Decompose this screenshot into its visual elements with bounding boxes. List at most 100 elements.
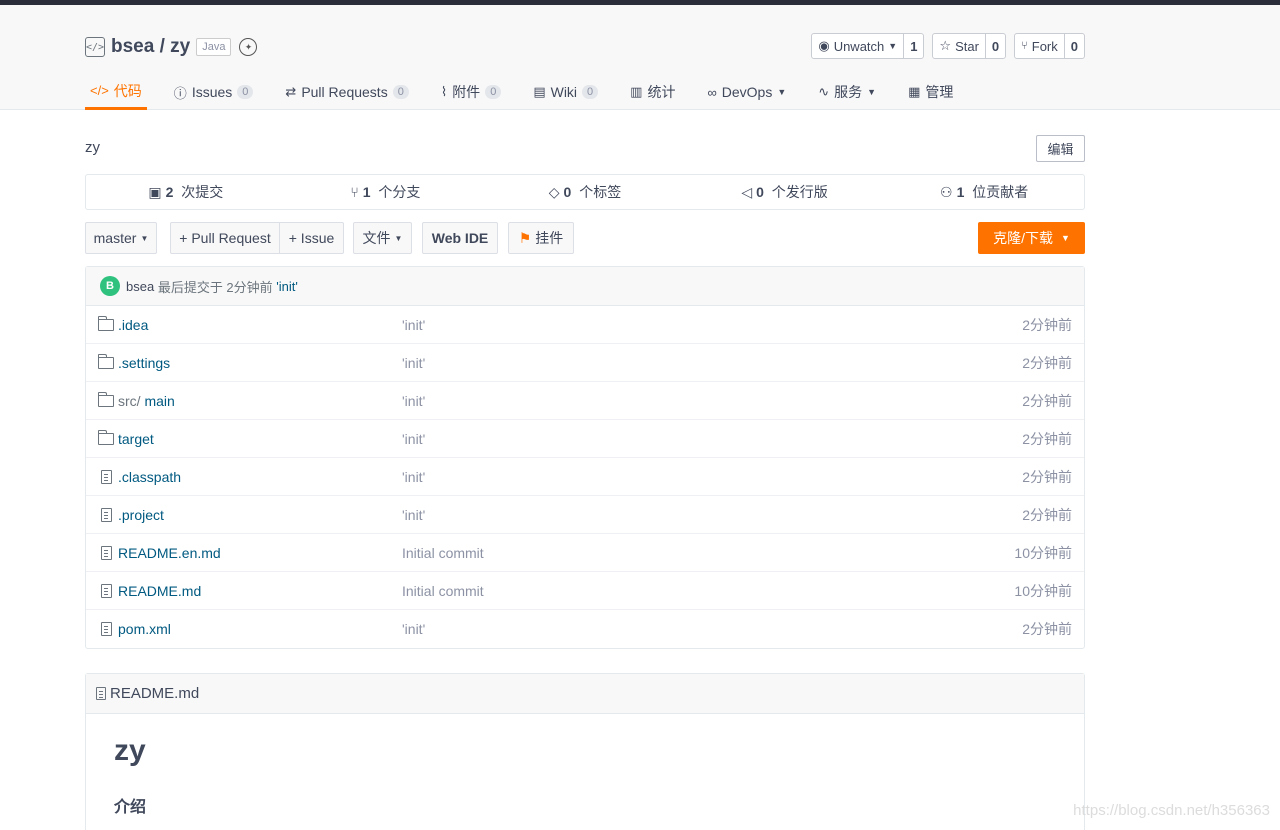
- readme-title: zy: [114, 734, 146, 767]
- file-commit-time: 10分钟前: [1014, 582, 1072, 599]
- plugin-button[interactable]: ⚑ 挂件: [508, 222, 574, 254]
- tag-icon: ◇: [548, 183, 560, 200]
- release-icon: ◁: [741, 183, 753, 200]
- file-commit-message[interactable]: 'init': [402, 355, 425, 371]
- tab-manage[interactable]: ▦ 管理: [903, 74, 958, 110]
- tab-stats[interactable]: ▥ 统计: [625, 74, 680, 110]
- file-commit-message[interactable]: 'init': [402, 507, 425, 523]
- watch-count[interactable]: 1: [904, 34, 923, 58]
- fork-button[interactable]: ⑂ Fork 0: [1014, 33, 1085, 59]
- tab-code[interactable]: </> 代码: [85, 74, 147, 110]
- tab-issues[interactable]: ⓘ Issues 0: [169, 74, 259, 110]
- file-name-link[interactable]: pom.xml: [118, 621, 171, 637]
- table-row[interactable]: pom.xml 'init' 2分钟前: [86, 610, 1084, 648]
- watch-button[interactable]: ◉ Unwatch ▼ 1: [811, 33, 925, 59]
- stat-contributors-num: 1: [956, 184, 965, 200]
- commit-info: 最后提交于 2分钟前: [154, 279, 277, 295]
- file-commit-message[interactable]: 'init': [402, 621, 425, 637]
- file-commit-time: 2分钟前: [1022, 392, 1072, 409]
- watch-label-group[interactable]: ◉ Unwatch ▼: [812, 34, 905, 58]
- commit-author[interactable]: bsea: [126, 279, 154, 294]
- file-commit-message[interactable]: 'init': [402, 469, 425, 485]
- folder-icon: [97, 315, 114, 332]
- caret-down-icon: ▼: [1060, 233, 1070, 243]
- tab-pull-requests[interactable]: ⇄ Pull Requests 0: [280, 74, 413, 110]
- tab-services[interactable]: ∿ 服务 ▼: [813, 74, 881, 110]
- fork-count[interactable]: 0: [1065, 34, 1084, 58]
- file-commit-message[interactable]: 'init': [402, 317, 425, 333]
- file-icon: [98, 469, 114, 484]
- stat-releases[interactable]: ◁ 0 个发行版: [685, 175, 885, 209]
- star-count[interactable]: 0: [986, 34, 1005, 58]
- tab-wiki[interactable]: ▤ Wiki 0: [528, 74, 603, 110]
- star-label-group[interactable]: ☆ Star: [933, 34, 986, 58]
- eye-icon: ◉: [818, 38, 830, 53]
- fork-label-group[interactable]: ⑂ Fork: [1015, 34, 1065, 58]
- file-path-prefix: src/: [118, 392, 145, 409]
- caret-down-icon: ▼: [394, 233, 403, 243]
- bookmark-icon: ⚑: [518, 229, 532, 246]
- stat-commits[interactable]: ▣ 2 次提交: [86, 175, 286, 209]
- language-badge[interactable]: Java: [196, 38, 232, 56]
- stat-tags-num: 0: [563, 184, 572, 200]
- infinity-icon: ∞: [707, 84, 717, 100]
- table-row[interactable]: .project 'init' 2分钟前: [86, 496, 1084, 534]
- stat-branches[interactable]: ⑂ 1 个分支: [286, 175, 486, 209]
- edit-description-button[interactable]: 编辑: [1036, 135, 1085, 162]
- table-row[interactable]: .classpath 'init' 2分钟前: [86, 458, 1084, 496]
- file-name: README.en.md: [118, 544, 221, 561]
- clone-download-label: 克隆/下载: [993, 230, 1053, 246]
- file-name-link[interactable]: README.en.md: [118, 545, 221, 561]
- readme-header: README.md: [86, 674, 1084, 714]
- tab-devops[interactable]: ∞ DevOps ▼: [702, 74, 791, 110]
- avatar[interactable]: B: [100, 276, 120, 296]
- repo-owner-link[interactable]: bsea: [111, 36, 154, 58]
- caret-down-icon: ▼: [867, 87, 877, 97]
- tab-manage-label: 管理: [925, 84, 954, 100]
- repo-title-row: </> bsea / zy Java ✦ ◉ Unwatch ▼ 1 ☆ Sta…: [85, 31, 1085, 63]
- plugin-label: 挂件: [535, 230, 564, 246]
- new-issue-button[interactable]: + Issue: [279, 222, 344, 254]
- file-name-link[interactable]: src/ main: [118, 393, 175, 409]
- repo-code-icon: </>: [85, 37, 105, 57]
- file-commit-message[interactable]: 'init': [402, 431, 425, 447]
- folder-icon: [97, 353, 114, 370]
- star-button[interactable]: ☆ Star 0: [932, 33, 1007, 59]
- file-name-link[interactable]: target: [118, 431, 154, 447]
- tab-wiki-badge: 0: [582, 85, 599, 99]
- new-pull-request-button[interactable]: + Pull Request: [170, 222, 280, 254]
- table-row[interactable]: .idea 'init' 2分钟前: [86, 306, 1084, 344]
- clone-download-button[interactable]: 克隆/下载 ▼: [978, 222, 1085, 254]
- file-name-link[interactable]: .idea: [118, 317, 148, 333]
- table-row[interactable]: .settings 'init' 2分钟前: [86, 344, 1084, 382]
- contributors-icon: ⚇: [940, 183, 953, 200]
- award-icon[interactable]: ✦: [239, 38, 258, 56]
- stat-tags[interactable]: ◇ 0 个标签: [485, 175, 685, 209]
- tab-attachments[interactable]: ⌇ 附件 0: [436, 74, 506, 110]
- table-row[interactable]: README.en.md Initial commit 10分钟前: [86, 534, 1084, 572]
- table-row[interactable]: target 'init' 2分钟前: [86, 420, 1084, 458]
- table-row[interactable]: README.md Initial commit 10分钟前: [86, 572, 1084, 610]
- repo-name-link[interactable]: zy: [170, 36, 190, 58]
- tab-wiki-label: Wiki: [550, 84, 578, 100]
- file-commit-message[interactable]: Initial commit: [402, 545, 484, 561]
- file-name: .idea: [118, 316, 149, 333]
- file-commit-message[interactable]: 'init': [402, 393, 425, 409]
- table-row[interactable]: src/ main 'init' 2分钟前: [86, 382, 1084, 420]
- file-menu-button[interactable]: 文件 ▼: [353, 222, 412, 254]
- tab-services-label: 服务: [834, 84, 863, 100]
- stat-branches-label: 个分支: [374, 184, 421, 200]
- file-name-link[interactable]: .project: [118, 507, 164, 523]
- folder-icon: [97, 391, 114, 408]
- file-name-link[interactable]: .settings: [118, 355, 170, 371]
- stat-contributors[interactable]: ⚇ 1 位贡献者: [884, 175, 1084, 209]
- file-list: B bsea 最后提交于 2分钟前 'init' .idea 'init' 2分钟前…: [85, 266, 1085, 649]
- stat-releases-num: 0: [756, 184, 764, 200]
- file-name-link[interactable]: .classpath: [118, 469, 181, 485]
- file-commit-message[interactable]: Initial commit: [402, 583, 484, 599]
- file-name-link[interactable]: README.md: [118, 583, 201, 599]
- repo-header: </> bsea / zy Java ✦ ◉ Unwatch ▼ 1 ☆ Sta…: [0, 5, 1280, 110]
- branch-select[interactable]: master ▼: [85, 222, 157, 254]
- commit-message-link[interactable]: 'init': [276, 279, 298, 294]
- web-ide-button[interactable]: Web IDE: [422, 222, 498, 254]
